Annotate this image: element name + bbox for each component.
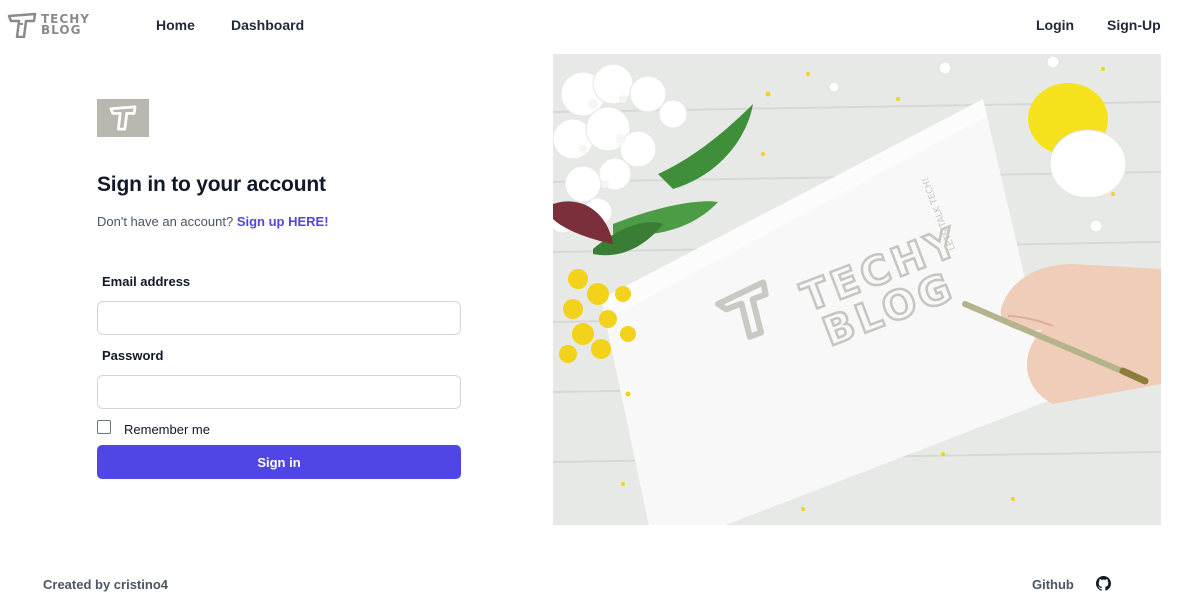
brand-wordmark: TECHY BLOG xyxy=(41,13,90,37)
t-logo-icon xyxy=(7,12,37,38)
nav-login-link[interactable]: Login xyxy=(1036,17,1074,33)
email-label: Email address xyxy=(102,274,191,289)
password-label: Password xyxy=(102,348,164,363)
t-logo-icon xyxy=(109,105,137,131)
top-navbar: TECHY BLOG Home Dashboard Login Sign-Up xyxy=(0,0,1199,50)
hero-image: TECHY BLOG LETS TALK TECH! xyxy=(553,54,1161,525)
brand-logo[interactable]: TECHY BLOG xyxy=(7,10,113,40)
signup-prompt-text: Don't have an account? xyxy=(97,214,234,229)
form-logo xyxy=(97,99,149,137)
signup-link[interactable]: Sign up HERE! xyxy=(237,214,329,229)
password-field[interactable] xyxy=(97,375,461,409)
hero-illustration: TECHY BLOG LETS TALK TECH! xyxy=(553,54,1161,525)
page-title: Sign in to your account xyxy=(97,173,326,196)
footer-credit: Created by cristino4 xyxy=(43,577,168,592)
sign-in-button[interactable]: Sign in xyxy=(97,445,461,479)
github-icon[interactable] xyxy=(1096,576,1111,591)
nav-dashboard-link[interactable]: Dashboard xyxy=(231,17,304,33)
email-field[interactable] xyxy=(97,301,461,335)
brand-line2: BLOG xyxy=(41,23,82,37)
remember-me-label: Remember me xyxy=(124,422,210,437)
footer-github-link[interactable]: Github xyxy=(1032,577,1074,592)
nav-signup-link[interactable]: Sign-Up xyxy=(1107,17,1161,33)
nav-home-link[interactable]: Home xyxy=(156,17,195,33)
remember-me-checkbox[interactable] xyxy=(97,420,111,434)
signup-prompt: Don't have an account? Sign up HERE! xyxy=(97,214,329,229)
